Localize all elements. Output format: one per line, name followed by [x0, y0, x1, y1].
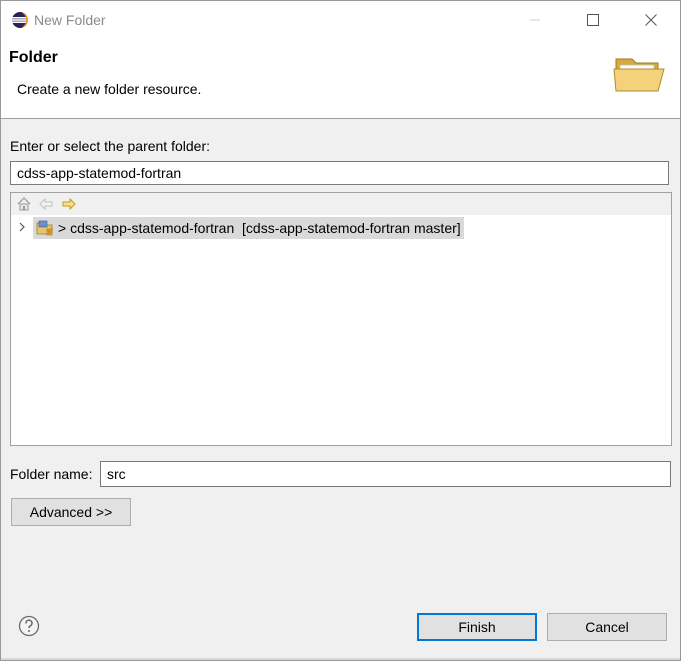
folder-name-input[interactable]: src: [100, 461, 671, 487]
back-arrow-icon[interactable]: [38, 196, 54, 212]
parent-folder-input[interactable]: cdss-app-statemod-fortran: [10, 161, 669, 185]
maximize-button[interactable]: [570, 1, 616, 39]
git-project-icon: [36, 220, 53, 236]
forward-arrow-icon[interactable]: [61, 196, 77, 212]
advanced-button[interactable]: Advanced >>: [11, 498, 131, 526]
parent-folder-label: Enter or select the parent folder:: [10, 138, 210, 154]
page-description: Create a new folder resource.: [17, 81, 202, 97]
minimize-button[interactable]: [512, 1, 558, 39]
minimize-icon: [530, 19, 540, 21]
home-icon[interactable]: [16, 196, 32, 212]
close-icon: [645, 14, 657, 26]
bottom-divider: [1, 658, 680, 660]
finish-button[interactable]: Finish: [417, 613, 537, 641]
tree-item-label: > cdss-app-statemod-fortran [cdss-app-st…: [58, 220, 461, 236]
open-folder-icon: [613, 58, 665, 92]
new-folder-dialog: New Folder Folder Create a new folder re…: [0, 0, 681, 661]
chevron-right-icon[interactable]: [17, 221, 27, 233]
tree-item[interactable]: > cdss-app-statemod-fortran [cdss-app-st…: [11, 217, 671, 239]
wizard-banner: Folder Create a new folder resource.: [1, 39, 680, 119]
title-bar[interactable]: New Folder: [1, 1, 680, 39]
folder-name-label: Folder name:: [10, 466, 93, 482]
help-icon[interactable]: [18, 615, 40, 637]
tree-item-selected[interactable]: > cdss-app-statemod-fortran [cdss-app-st…: [33, 217, 464, 239]
cancel-button[interactable]: Cancel: [547, 613, 667, 641]
close-button[interactable]: [628, 1, 674, 39]
eclipse-icon: [12, 12, 28, 28]
maximize-icon: [587, 14, 599, 26]
page-title: Folder: [9, 49, 58, 66]
container-tree[interactable]: > cdss-app-statemod-fortran [cdss-app-st…: [10, 192, 672, 446]
window-title: New Folder: [34, 12, 106, 28]
tree-toolbar: [11, 193, 671, 215]
